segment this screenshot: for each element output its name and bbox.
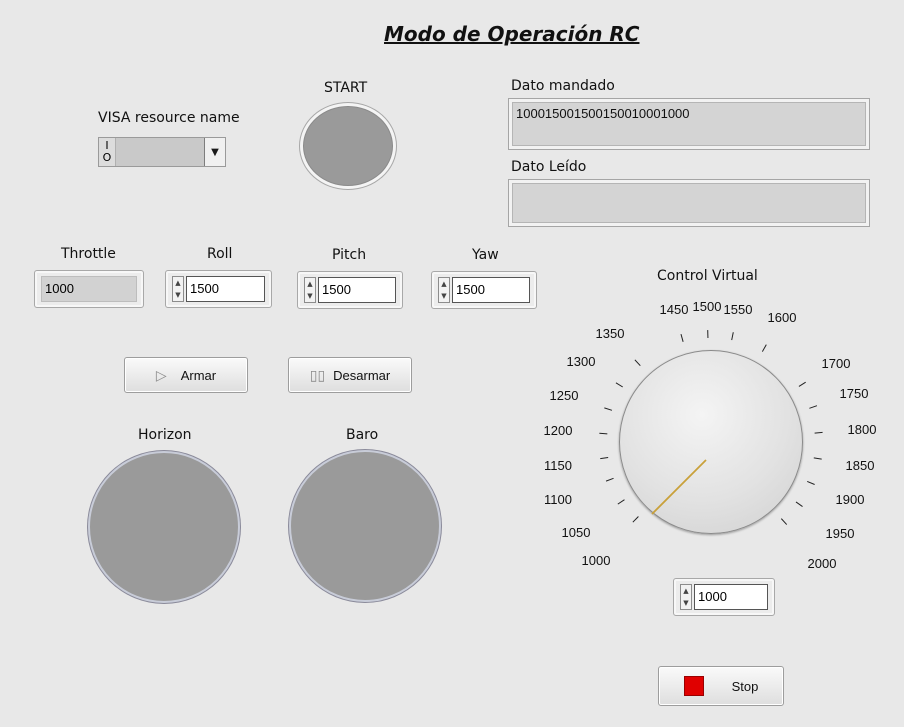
roll-value-field[interactable]: 1500: [186, 276, 265, 302]
roll-spinner[interactable]: ▲ ▼: [172, 276, 184, 302]
scale-tick-1200: [599, 432, 608, 435]
desarmar-button-label: Desarmar: [333, 367, 391, 383]
scale-label-1150: 1150: [544, 458, 572, 473]
pause-icon: ▯▯: [309, 366, 326, 383]
scale-label-1000: 1000: [582, 553, 611, 568]
dato-leido-label: Dato Leído: [511, 159, 587, 175]
decrement-arrow-icon[interactable]: ▼: [441, 290, 446, 302]
scale-label-1500: 1500: [693, 299, 722, 314]
control-virtual-value-field[interactable]: 1000: [694, 584, 768, 610]
increment-arrow-icon[interactable]: ▲: [683, 585, 688, 597]
decrement-arrow-icon[interactable]: ▼: [683, 597, 688, 609]
scale-label-1800: 1800: [848, 422, 877, 437]
scale-label-1700: 1700: [822, 356, 851, 371]
throttle-label: Throttle: [61, 246, 116, 262]
scale-tick-1900: [807, 480, 815, 485]
roll-label: Roll: [207, 246, 233, 262]
control-virtual-numeric[interactable]: ▲ ▼ 1000: [673, 578, 775, 616]
armar-button-label: Armar: [180, 367, 217, 383]
roll-control[interactable]: ▲ ▼ 1500: [165, 270, 272, 308]
yaw-spinner[interactable]: ▲ ▼: [438, 277, 450, 303]
throttle-value: 1000: [41, 276, 137, 302]
scale-label-1550: 1550: [724, 302, 753, 317]
scale-label-1950: 1950: [826, 526, 855, 541]
scale-tick-1250: [604, 407, 613, 411]
scale-tick-1550: [731, 332, 734, 341]
visa-io-bottom: O: [102, 151, 112, 164]
pitch-spinner[interactable]: ▲ ▼: [304, 277, 316, 303]
desarmar-button[interactable]: ▯▯ Desarmar: [288, 357, 412, 393]
dato-leido-indicator: [509, 180, 869, 226]
scale-label-1900: 1900: [836, 492, 865, 507]
visa-resource-control[interactable]: I O ▼: [98, 137, 226, 167]
increment-arrow-icon[interactable]: ▲: [175, 277, 180, 289]
scale-label-1750: 1750: [840, 386, 869, 401]
scale-label-1050: 1050: [562, 525, 591, 540]
visa-resource-field[interactable]: [116, 138, 204, 166]
scale-tick-1850: [813, 457, 822, 460]
scale-label-2000: 2000: [808, 556, 837, 571]
start-button[interactable]: [300, 103, 396, 189]
visa-io-icon: I O: [99, 138, 116, 166]
increment-arrow-icon[interactable]: ▲: [307, 278, 312, 290]
pitch-value-field[interactable]: 1500: [318, 277, 396, 303]
page-title: Modo de Operación RC: [384, 22, 640, 46]
play-icon: ▷: [155, 366, 167, 383]
scale-label-1200: 1200: [544, 423, 573, 438]
start-label: START: [324, 80, 368, 96]
stop-button[interactable]: Stop: [658, 666, 784, 706]
horizon-label: Horizon: [138, 427, 192, 443]
armar-button[interactable]: ▷ Armar: [124, 357, 248, 393]
control-virtual-spinner[interactable]: ▲ ▼: [680, 584, 692, 610]
scale-label-1250: 1250: [550, 388, 579, 403]
visa-label: VISA resource name: [98, 110, 240, 126]
scale-tick-1100: [605, 477, 614, 482]
throttle-indicator: 1000: [34, 270, 144, 308]
decrement-arrow-icon[interactable]: ▼: [307, 290, 312, 302]
pitch-label: Pitch: [332, 247, 367, 263]
scale-tick-1150: [600, 456, 609, 460]
scale-tick-1750: [809, 405, 818, 409]
pitch-control[interactable]: ▲ ▼ 1500: [297, 271, 403, 309]
baro-label: Baro: [346, 427, 379, 443]
decrement-arrow-icon[interactable]: ▼: [175, 289, 180, 301]
baro-gauge: [289, 450, 441, 602]
scale-tick-1800: [814, 431, 823, 434]
scale-label-1300: 1300: [567, 354, 596, 369]
yaw-value-field[interactable]: 1500: [452, 277, 530, 303]
chevron-down-icon: ▼: [211, 146, 219, 158]
scale-label-1450: 1450: [660, 302, 689, 317]
dato-mandado-label: Dato mandado: [511, 78, 615, 94]
scale-label-1600: 1600: [768, 310, 797, 325]
visa-dropdown-button[interactable]: ▼: [204, 138, 225, 166]
increment-arrow-icon[interactable]: ▲: [441, 278, 446, 290]
scale-label-1850: 1850: [846, 458, 875, 473]
control-virtual-knob[interactable]: [619, 350, 803, 534]
horizon-gauge: [88, 451, 240, 603]
dato-mandado-indicator: 10001500150015001000100​0: [509, 99, 869, 149]
stop-square-icon: [683, 676, 704, 696]
scale-tick-1450: [680, 333, 684, 342]
knob-needle: [651, 459, 707, 515]
scale-label-1350: 1350: [596, 326, 625, 341]
needle-line: [651, 459, 707, 515]
yaw-label: Yaw: [472, 247, 499, 263]
stop-button-label: Stop: [731, 678, 759, 694]
control-virtual-label: Control Virtual: [657, 268, 758, 284]
scale-label-1100: 1100: [544, 492, 572, 507]
